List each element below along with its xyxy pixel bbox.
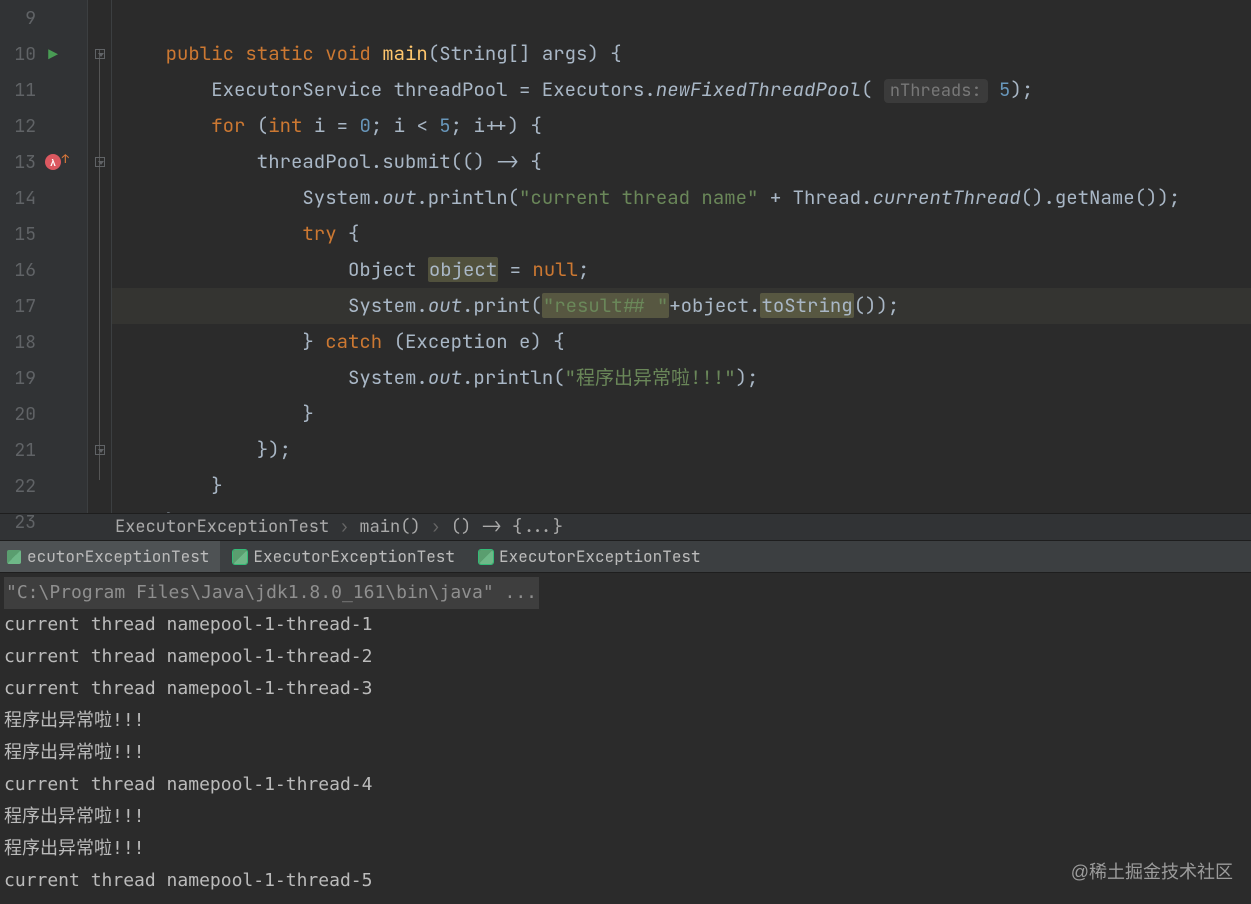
fold-gutter[interactable] [88, 0, 112, 513]
code-editor[interactable]: public static void main(String[] args) {… [112, 0, 1251, 513]
line-number: 13 [6, 151, 36, 174]
console-line: current thread namepool-1-thread-5 [4, 865, 1251, 897]
fold-toggle-icon[interactable] [95, 157, 105, 167]
code-line[interactable]: ExecutorService threadPool = Executors.n… [112, 72, 1251, 108]
console-cmd: "C:\Program Files\Java\jdk1.8.0_161\bin\… [4, 577, 539, 609]
watermark: @稀土掘金技术社区 [1071, 858, 1233, 884]
code-line[interactable]: }); [112, 432, 1251, 468]
code-line[interactable]: } [112, 396, 1251, 432]
code-line[interactable]: } catch (Exception e) { [112, 324, 1251, 360]
line-gutter[interactable]: 9 10 ▶ 11 12 13 λ↑ 14 15 16 17 18 19 20 … [0, 0, 88, 513]
console-line: 程序出异常啦!!! [4, 801, 1251, 833]
code-line[interactable]: System.out.println("current thread name"… [112, 180, 1251, 216]
breadcrumb[interactable]: ExecutorExceptionTest › main() › () -> {… [0, 513, 1251, 541]
code-line[interactable]: System.out.println("程序出异常啦!!!"); [112, 360, 1251, 396]
code-line[interactable] [112, 0, 1251, 36]
breadcrumb-item[interactable]: ExecutorExceptionTest [115, 516, 329, 538]
run-tab[interactable]: ecutorExceptionTest [0, 541, 220, 572]
code-line[interactable]: } [112, 468, 1251, 504]
chevron-right-icon: › [339, 516, 349, 538]
run-config-icon [7, 550, 21, 564]
code-line-current[interactable]: System.out.print("result## "+object.toSt… [112, 288, 1251, 324]
run-tab[interactable]: ExecutorExceptionTest [226, 541, 466, 572]
line-number: 11 [6, 79, 36, 102]
chevron-right-icon: › [431, 516, 441, 538]
line-number: 23 [6, 511, 36, 534]
line-number: 10 [6, 43, 36, 66]
console-line: current thread namepool-1-thread-2 [4, 641, 1251, 673]
fold-toggle-icon[interactable] [95, 49, 105, 59]
line-number: 18 [6, 331, 36, 354]
line-number: 21 [6, 439, 36, 462]
code-line[interactable]: } [112, 504, 1251, 513]
console-line: 程序出异常啦!!! [4, 705, 1251, 737]
run-config-icon [479, 550, 493, 564]
tab-label: ExecutorExceptionTest [499, 546, 701, 567]
console-line: current thread namepool-1-thread-3 [4, 673, 1251, 705]
code-line[interactable]: Object object = null; [112, 252, 1251, 288]
run-tab[interactable]: ExecutorExceptionTest [472, 541, 712, 572]
line-number: 14 [6, 187, 36, 210]
console-output[interactable]: "C:\Program Files\Java\jdk1.8.0_161\bin\… [0, 573, 1251, 897]
fold-toggle-icon[interactable] [95, 445, 105, 455]
line-number: 12 [6, 115, 36, 138]
line-number: 17 [6, 295, 36, 318]
lambda-breakpoint-icon[interactable]: λ↑ [45, 154, 61, 170]
code-line[interactable]: for (int i = 0; i < 5; i++) { [112, 108, 1251, 144]
breadcrumb-item[interactable]: main() [359, 516, 420, 538]
run-config-icon [233, 550, 247, 564]
code-line[interactable]: try { [112, 216, 1251, 252]
console-line: 程序出异常啦!!! [4, 833, 1251, 865]
code-line[interactable]: threadPool.submit(() -> { [112, 144, 1251, 180]
breadcrumb-item[interactable]: () -> {...} [451, 516, 563, 538]
editor: 9 10 ▶ 11 12 13 λ↑ 14 15 16 17 18 19 20 … [0, 0, 1251, 513]
tab-label: ecutorExceptionTest [27, 546, 209, 567]
console-line: 程序出异常啦!!! [4, 737, 1251, 769]
line-number: 22 [6, 475, 36, 498]
line-number: 20 [6, 403, 36, 426]
console-line: current thread namepool-1-thread-4 [4, 769, 1251, 801]
tab-label: ExecutorExceptionTest [253, 546, 455, 567]
console-line: current thread namepool-1-thread-1 [4, 609, 1251, 641]
run-tabs: ecutorExceptionTest ExecutorExceptionTes… [0, 541, 1251, 573]
code-line[interactable]: public static void main(String[] args) { [112, 36, 1251, 72]
line-number: 19 [6, 367, 36, 390]
run-icon[interactable]: ▶ [48, 44, 58, 65]
line-number: 15 [6, 223, 36, 246]
line-number: 16 [6, 259, 36, 282]
line-number: 9 [6, 7, 36, 30]
